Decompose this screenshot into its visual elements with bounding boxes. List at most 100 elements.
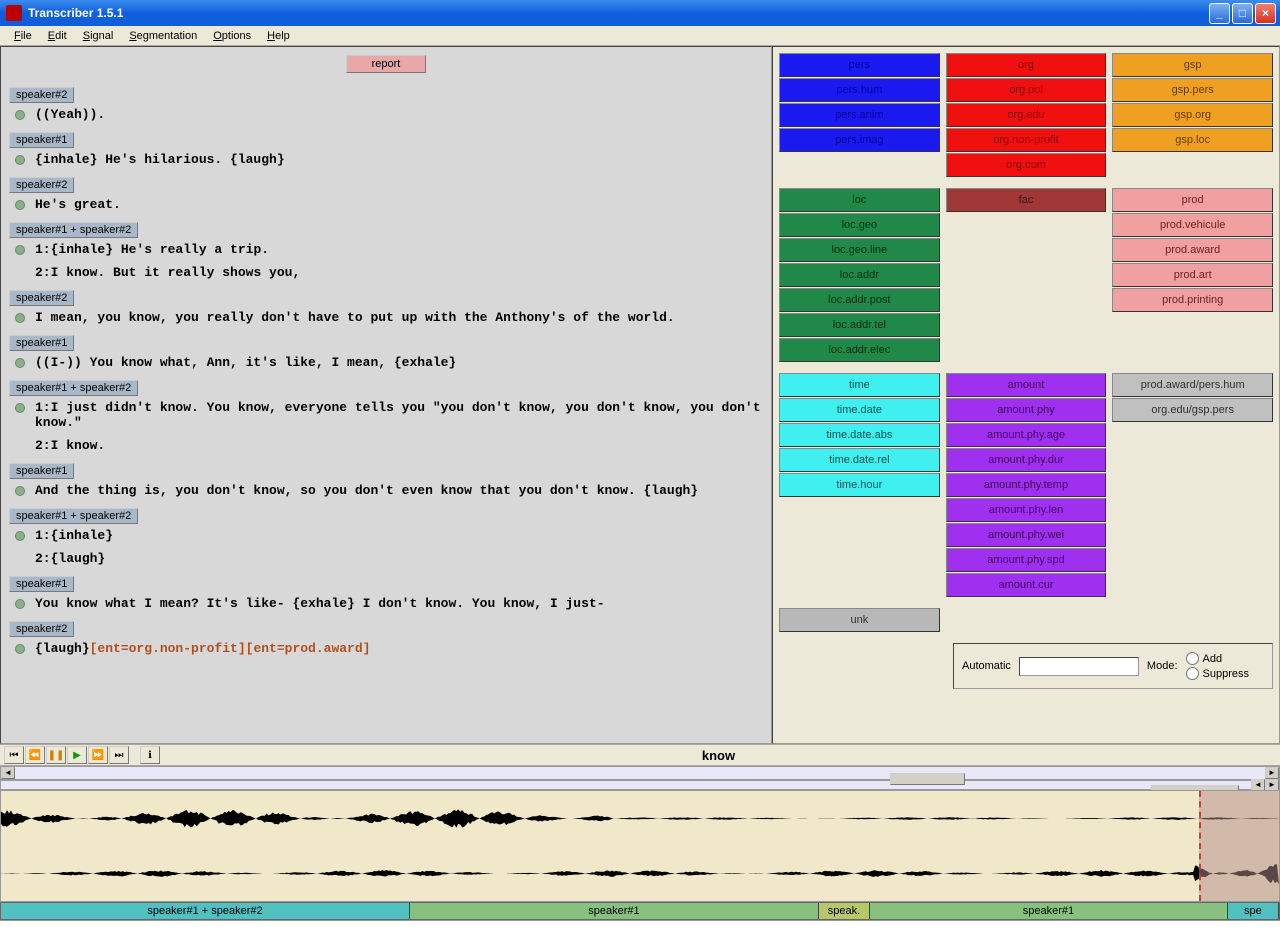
entity-pers-anim[interactable]: pers.anim [779,103,940,127]
entity-pers[interactable]: pers [779,53,940,77]
entity-loc-geo[interactable]: loc.geo [779,213,940,237]
waveform-scrollbar[interactable]: ◄ ► Resolution [0,766,1280,780]
menu-file[interactable]: File [6,28,40,44]
scroll-right-icon[interactable]: ► [1265,767,1279,779]
segment[interactable]: speaker#1 [870,903,1228,919]
entity-time-date[interactable]: time.date [779,398,940,422]
entity-time-date-abs[interactable]: time.date.abs [779,423,940,447]
speaker-tag[interactable]: speaker#1 [9,463,74,479]
entity-amount[interactable]: amount [946,373,1107,397]
speaker-tag[interactable]: speaker#2 [9,290,74,306]
entity-prod-vehicule[interactable]: prod.vehicule [1112,213,1273,237]
transcript-line[interactable]: He's great. [5,195,767,218]
entity-amount-cur[interactable]: amount.cur [946,573,1107,597]
entity-loc-geo-line[interactable]: loc.geo.line [779,238,940,262]
entity-pers-hum[interactable]: pers.hum [779,78,940,102]
waveform-selection[interactable] [1199,791,1279,901]
entity-prod-art[interactable]: prod.art [1112,263,1273,287]
pause-button[interactable]: ❚❚ [46,746,66,764]
entity-gsp[interactable]: gsp [1112,53,1273,77]
menu-edit[interactable]: Edit [40,28,75,44]
transcript-line[interactable]: {laugh}[ent=org.non-profit][ent=prod.awa… [5,639,767,662]
entity-org-pol[interactable]: org.pol [946,78,1107,102]
skip-start-button[interactable]: ⏮ [4,746,24,764]
waveform-scrollbar-2[interactable]: ◄ ► [0,780,1280,790]
scroll-left-icon[interactable]: ◄ [1,767,15,779]
segment[interactable]: speaker#1 + speaker#2 [1,903,410,919]
segment[interactable]: speaker#1 [410,903,819,919]
transcript-line[interactable]: I mean, you know, you really don't have … [5,308,767,331]
entity-pers-imag[interactable]: pers.imag [779,128,940,152]
report-button[interactable]: report [346,55,426,73]
waveform-area[interactable] [0,790,1280,902]
transcript-line[interactable]: 1:I just didn't know. You know, everyone… [5,398,767,436]
transcript-line[interactable]: 2:{laugh} [5,549,767,572]
maximize-button[interactable]: □ [1232,3,1253,24]
speaker-tag[interactable]: speaker#1 + speaker#2 [9,380,138,396]
entity-org-edu-gsp-pers[interactable]: org.edu/gsp.pers [1112,398,1273,422]
transcript-line[interactable]: 2:I know. [5,436,767,459]
menu-segmentation[interactable]: Segmentation [121,28,205,44]
waveform-track-2[interactable] [1,846,1279,901]
transcript-line[interactable]: ((I-)) You know what, Ann, it's like, I … [5,353,767,376]
entity-gsp-org[interactable]: gsp.org [1112,103,1273,127]
skip-end-button[interactable]: ⏭ [109,746,129,764]
entity-org-non-profit[interactable]: org.non-profit [946,128,1107,152]
segment-bar[interactable]: speaker#1 + speaker#2speaker#1speak.spea… [0,902,1280,920]
minimize-button[interactable]: _ [1209,3,1230,24]
entity-loc-addr-post[interactable]: loc.addr.post [779,288,940,312]
entity-time-hour[interactable]: time.hour [779,473,940,497]
entity-loc-addr-elec[interactable]: loc.addr.elec [779,338,940,362]
entity-org-com[interactable]: org.com [946,153,1107,177]
mode-suppress[interactable]: Suppress [1186,667,1249,680]
automatic-input[interactable] [1019,657,1139,676]
entity-amount-phy-dur[interactable]: amount.phy.dur [946,448,1107,472]
waveform-track-1[interactable] [1,791,1279,846]
close-button[interactable]: × [1255,3,1276,24]
entity-unk[interactable]: unk [779,608,940,632]
menu-options[interactable]: Options [205,28,259,44]
transcript-panel[interactable]: report speaker#2 ((Yeah)). speaker#1 {inhal… [0,46,772,744]
segment[interactable]: spe [1228,903,1279,919]
entity-time-date-rel[interactable]: time.date.rel [779,448,940,472]
speaker-tag[interactable]: speaker#1 [9,576,74,592]
speaker-tag[interactable]: speaker#1 [9,335,74,351]
speaker-tag[interactable]: speaker#1 [9,132,74,148]
entity-loc-addr[interactable]: loc.addr [779,263,940,287]
entity-loc-addr-tel[interactable]: loc.addr.tel [779,313,940,337]
entity-gsp-pers[interactable]: gsp.pers [1112,78,1273,102]
transcript-line[interactable]: 1:{inhale} [5,526,767,549]
info-button[interactable]: ℹ [140,746,160,764]
entity-amount-phy[interactable]: amount.phy [946,398,1107,422]
menu-signal[interactable]: Signal [75,28,122,44]
fforward-button[interactable]: ⏩ [88,746,108,764]
menu-help[interactable]: Help [259,28,298,44]
entity-loc[interactable]: loc [779,188,940,212]
play-button[interactable]: ▶ [67,746,87,764]
speaker-tag[interactable]: speaker#2 [9,621,74,637]
entity-amount-phy-spd[interactable]: amount.phy.spd [946,548,1107,572]
transcript-line[interactable]: And the thing is, you don't know, so you… [5,481,767,504]
entity-org-edu[interactable]: org.edu [946,103,1107,127]
entity-amount-phy-temp[interactable]: amount.phy.temp [946,473,1107,497]
entity-time[interactable]: time [779,373,940,397]
speaker-tag[interactable]: speaker#2 [9,177,74,193]
speaker-tag[interactable]: speaker#2 [9,87,74,103]
entity-amount-phy-len[interactable]: amount.phy.len [946,498,1107,522]
entity-amount-phy-age[interactable]: amount.phy.age [946,423,1107,447]
transcript-line[interactable]: {inhale} He's hilarious. {laugh} [5,150,767,173]
entity-prod-award-pers-hum[interactable]: prod.award/pers.hum [1112,373,1273,397]
entity-prod[interactable]: prod [1112,188,1273,212]
entity-prod-printing[interactable]: prod.printing [1112,288,1273,312]
transcript-line[interactable]: You know what I mean? It's like- {exhale… [5,594,767,617]
entity-org[interactable]: org [946,53,1107,77]
speaker-tag[interactable]: speaker#1 + speaker#2 [9,222,138,238]
transcript-line[interactable]: 1:{inhale} He's really a trip. [5,240,767,263]
transcript-line[interactable]: ((Yeah)). [5,105,767,128]
transcript-line[interactable]: 2:I know. But it really shows you, [5,263,767,286]
speaker-tag[interactable]: speaker#1 + speaker#2 [9,508,138,524]
mode-add[interactable]: Add [1186,652,1249,665]
rewind-button[interactable]: ⏪ [25,746,45,764]
entity-amount-phy-wei[interactable]: amount.phy.wei [946,523,1107,547]
entity-prod-award[interactable]: prod.award [1112,238,1273,262]
